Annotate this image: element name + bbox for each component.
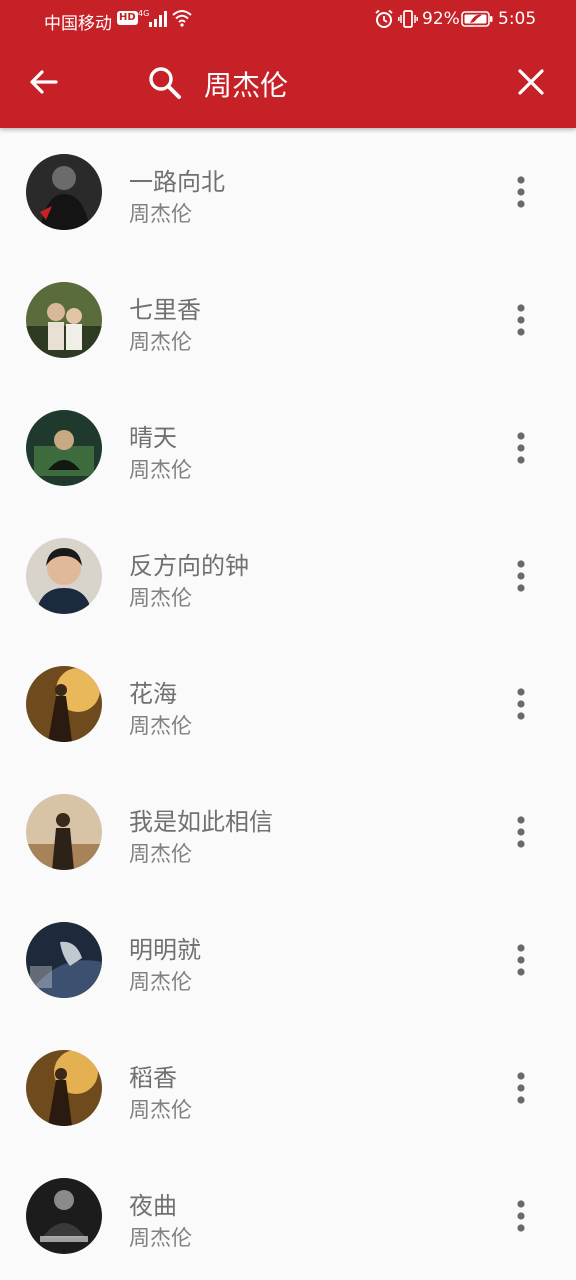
- alarm-icon: [375, 9, 393, 28]
- status-bar: 中国移动 HD 4G 92% 5:05: [0, 0, 576, 40]
- song-artist: 周杰伦: [129, 458, 192, 482]
- song-artist: 周杰伦: [129, 842, 192, 866]
- song-artist: 周杰伦: [129, 330, 192, 354]
- song-artist: 周杰伦: [129, 202, 192, 226]
- back-arrow-icon[interactable]: [26, 64, 62, 100]
- more-options-icon[interactable]: [505, 1068, 537, 1108]
- carrier-name: 中国移动: [44, 14, 112, 34]
- more-options-icon[interactable]: [505, 428, 537, 468]
- song-artist: 周杰伦: [129, 1226, 192, 1250]
- song-title: 花海: [129, 680, 177, 708]
- album-cover: [26, 410, 102, 486]
- album-cover: [26, 666, 102, 742]
- song-row[interactable]: 一路向北 周杰伦: [0, 128, 576, 256]
- svg-text:4G: 4G: [138, 9, 149, 18]
- song-title: 稻香: [129, 1064, 177, 1092]
- close-icon[interactable]: [513, 64, 549, 100]
- album-cover: [26, 794, 102, 870]
- album-cover: [26, 282, 102, 358]
- song-row[interactable]: 反方向的钟 周杰伦: [0, 512, 576, 640]
- song-row[interactable]: 稻香 周杰伦: [0, 1024, 576, 1152]
- wifi-icon: [172, 10, 192, 27]
- more-options-icon[interactable]: [505, 1196, 537, 1236]
- search-input[interactable]: [204, 62, 494, 106]
- song-title: 七里香: [129, 296, 201, 324]
- song-row[interactable]: 花海 周杰伦: [0, 640, 576, 768]
- song-title: 一路向北: [129, 168, 225, 196]
- app-header: 中国移动 HD 4G 92% 5:05 周杰伦: [0, 0, 576, 128]
- signal-icon: 4G: [138, 9, 167, 27]
- album-cover: [26, 922, 102, 998]
- more-options-icon[interactable]: [505, 812, 537, 852]
- album-cover: [26, 538, 102, 614]
- song-title: 明明就: [129, 936, 201, 964]
- search-icon: [149, 67, 181, 99]
- hd-badge: HD: [117, 11, 138, 25]
- vibrate-icon: [398, 10, 418, 28]
- song-artist: 周杰伦: [129, 714, 192, 738]
- search-bar: [0, 40, 576, 128]
- search-results-list: 一路向北 周杰伦 七里香 周杰伦 晴天 周杰伦 反方向的钟 周杰伦 花海 周杰伦…: [0, 128, 576, 1280]
- more-options-icon[interactable]: [505, 300, 537, 340]
- song-row[interactable]: 我是如此相信 周杰伦: [0, 768, 576, 896]
- song-title: 夜曲: [129, 1192, 177, 1220]
- song-title: 反方向的钟: [129, 552, 249, 580]
- album-cover: [26, 1050, 102, 1126]
- more-options-icon[interactable]: [505, 172, 537, 212]
- more-options-icon[interactable]: [505, 684, 537, 724]
- more-options-icon[interactable]: [505, 556, 537, 596]
- song-row[interactable]: 晴天 周杰伦: [0, 384, 576, 512]
- song-title: 晴天: [129, 424, 177, 452]
- song-artist: 周杰伦: [129, 586, 192, 610]
- clock: 5:05: [498, 9, 537, 29]
- album-cover: [26, 1178, 102, 1254]
- battery-icon: [461, 11, 493, 27]
- song-row[interactable]: 七里香 周杰伦: [0, 256, 576, 384]
- song-row[interactable]: 夜曲 周杰伦: [0, 1152, 576, 1280]
- song-title: 我是如此相信: [129, 808, 273, 836]
- album-cover: [26, 154, 102, 230]
- song-row[interactable]: 明明就 周杰伦: [0, 896, 576, 1024]
- song-artist: 周杰伦: [129, 970, 192, 994]
- song-artist: 周杰伦: [129, 1098, 192, 1122]
- more-options-icon[interactable]: [505, 940, 537, 980]
- battery-percent: 92%: [422, 9, 460, 29]
